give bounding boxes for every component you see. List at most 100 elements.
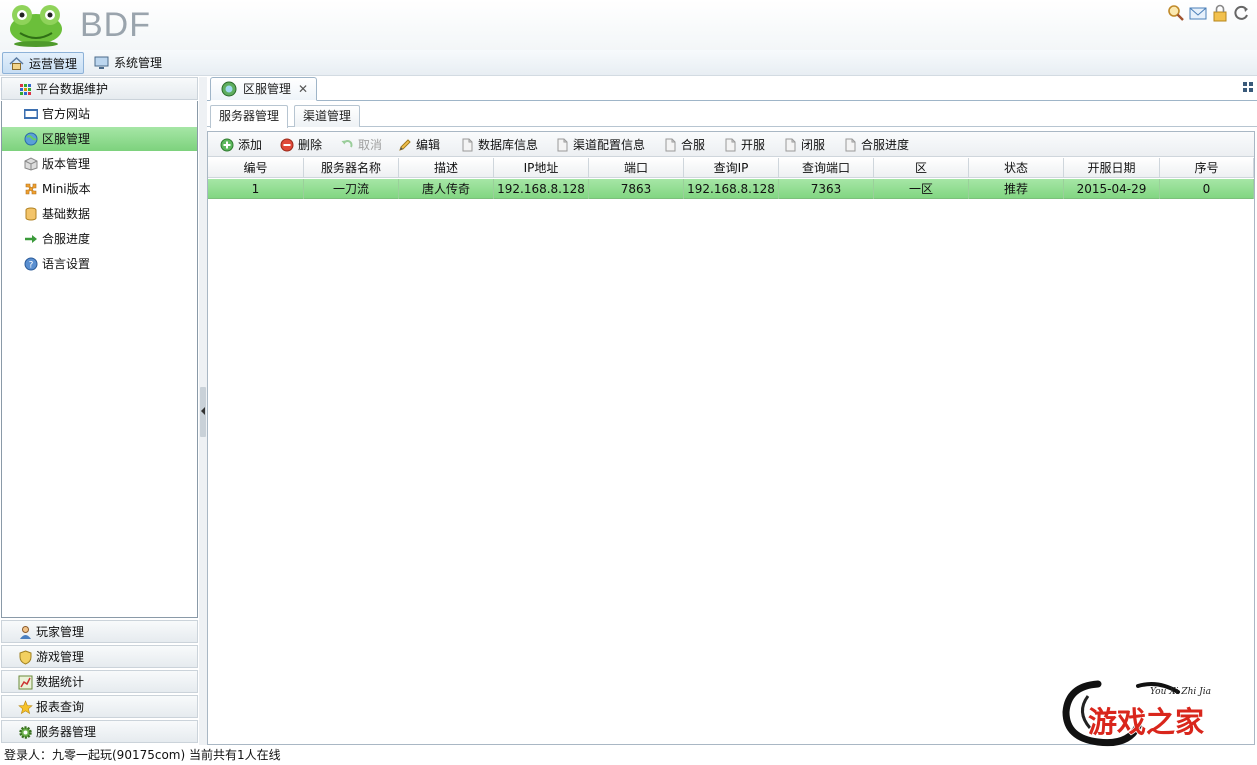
- column-header-open-date[interactable]: 开服日期: [1064, 158, 1160, 178]
- table-cell: 唐人传奇: [399, 179, 494, 199]
- sidebar-item-mini-version[interactable]: Mini版本: [2, 177, 197, 201]
- close-server-button[interactable]: 闭服: [781, 135, 825, 155]
- sidebar-item-language-settings[interactable]: ? 语言设置: [2, 252, 197, 276]
- puzzle-icon: [25, 183, 37, 195]
- edit-button[interactable]: 编辑: [396, 135, 440, 155]
- sidebar-item-merge-progress[interactable]: 合服进度: [2, 227, 197, 251]
- shield-icon: [19, 650, 32, 665]
- sidebar-tree: 官方网站 区服管理 版本管理 Mini版本 基础数据 合服进度 ? 语言设置: [1, 101, 198, 618]
- table-cell: 一刀流: [304, 179, 399, 199]
- column-header-status[interactable]: 状态: [969, 158, 1064, 178]
- merge-progress-button[interactable]: 合服进度: [841, 135, 909, 155]
- status-bar: 登录人：九零一起玩(90175com) 当前共有1人在线: [0, 746, 1257, 765]
- delete-button[interactable]: 删除: [278, 135, 322, 155]
- channel-config-button[interactable]: 渠道配置信息: [553, 135, 645, 155]
- user-icon: [20, 626, 31, 639]
- chart-icon: [18, 675, 33, 690]
- sidebar-item-official-site[interactable]: 官方网站: [2, 102, 197, 126]
- page-icon: [665, 138, 676, 152]
- menu-operations[interactable]: 运营管理: [2, 52, 85, 74]
- sidebar: 平台数据维护 官方网站 区服管理 版本管理 Mini版本 基础数据 合服进度 ?: [0, 77, 199, 745]
- table-cell: 192.168.8.128: [494, 179, 589, 199]
- column-header-zone[interactable]: 区: [874, 158, 969, 178]
- tab-zone-management[interactable]: 区服管理 ✕: [210, 77, 317, 101]
- undo-icon: [341, 140, 353, 148]
- tab-channel-management[interactable]: 渠道管理: [294, 105, 361, 127]
- sidebar-section-player-management[interactable]: 玩家管理: [1, 620, 198, 643]
- sidebar-item-zone-management[interactable]: 区服管理: [2, 127, 197, 151]
- tab-server-management[interactable]: 服务器管理: [210, 105, 289, 128]
- main-tab-strip: 区服管理 ✕: [207, 77, 1257, 101]
- database-info-button[interactable]: 数据库信息: [458, 135, 538, 155]
- sidebar-item-base-data[interactable]: 基础数据: [2, 202, 197, 226]
- pencil-icon: [399, 139, 411, 151]
- page-icon: [557, 138, 568, 152]
- sidebar-section-game-management[interactable]: 游戏管理: [1, 645, 198, 668]
- arrow-right-icon: [25, 235, 37, 243]
- sub-tab-strip: 服务器管理 渠道管理: [207, 102, 1257, 128]
- merge-server-button[interactable]: 合服: [661, 135, 705, 155]
- table-cell: 7863: [589, 179, 684, 199]
- page-icon: [725, 138, 736, 152]
- top-menu-bar: 运营管理 系统管理: [0, 50, 1257, 76]
- logout-icon[interactable]: [1233, 4, 1251, 22]
- column-header-ip[interactable]: IP地址: [494, 158, 589, 178]
- open-server-button[interactable]: 开服: [721, 135, 765, 155]
- monitor-icon: [94, 56, 109, 69]
- content-area: 添加 删除 取消 编辑 数据库信息 渠道配置信息 合服 开服 闭服 合服进度 编…: [207, 131, 1255, 745]
- column-header-port[interactable]: 端口: [589, 158, 684, 178]
- sidebar-section-data-statistics[interactable]: 数据统计: [1, 670, 198, 693]
- html-icon: [24, 109, 38, 119]
- table-cell: 一区: [874, 179, 969, 199]
- sidebar-section-server-management[interactable]: 服务器管理: [1, 720, 198, 743]
- add-icon: [220, 138, 234, 152]
- gear-icon: [19, 726, 32, 739]
- table-cell: 1: [208, 179, 304, 199]
- table-row[interactable]: 1 一刀流 唐人传奇 192.168.8.128 7863 192.168.8.…: [208, 179, 1254, 199]
- cancel-button[interactable]: 取消: [338, 135, 382, 155]
- column-header-query-port[interactable]: 查询端口: [779, 158, 874, 178]
- home-icon: [9, 56, 24, 70]
- table-cell: 2015-04-29: [1064, 179, 1160, 199]
- delete-icon: [280, 138, 294, 152]
- globe-icon: [221, 81, 237, 97]
- column-header-query-ip[interactable]: 查询IP: [684, 158, 779, 178]
- column-header-server-name[interactable]: 服务器名称: [304, 158, 399, 178]
- box-icon: [24, 157, 38, 171]
- svg-text:?: ?: [29, 261, 34, 271]
- search-icon[interactable]: [1167, 4, 1185, 22]
- watermark-title: 游戏之家: [1088, 705, 1204, 739]
- lock-icon[interactable]: [1211, 4, 1229, 22]
- sidebar-section-report-query[interactable]: 报表查询: [1, 695, 198, 718]
- page-icon: [785, 138, 796, 152]
- table-cell: 192.168.8.128: [684, 179, 779, 199]
- globe-icon: [24, 132, 38, 146]
- database-icon: [25, 207, 37, 221]
- panel-splitter[interactable]: [199, 77, 207, 745]
- collapse-arrow-icon[interactable]: [201, 407, 205, 415]
- table-cell: 7363: [779, 179, 874, 199]
- table-cell: 0: [1160, 179, 1254, 199]
- table-header: 编号 服务器名称 描述 IP地址 端口 查询IP 查询端口 区 状态 开服日期 …: [208, 158, 1254, 178]
- sidebar-item-version-management[interactable]: 版本管理: [2, 152, 197, 176]
- column-header-description[interactable]: 描述: [399, 158, 494, 178]
- sidebar-section-platform-data[interactable]: 平台数据维护: [1, 77, 198, 100]
- frog-logo-icon: [10, 5, 62, 47]
- star-icon: [18, 700, 33, 715]
- grid-dots-icon: [20, 84, 31, 95]
- toolbar: 添加 删除 取消 编辑 数据库信息 渠道配置信息 合服 开服 闭服 合服进度: [208, 132, 1254, 157]
- add-button[interactable]: 添加: [218, 135, 262, 155]
- help-icon: ?: [24, 257, 38, 271]
- close-tab-icon[interactable]: ✕: [298, 78, 308, 100]
- mail-icon[interactable]: [1189, 4, 1207, 22]
- column-header-id[interactable]: 编号: [208, 158, 304, 178]
- grid-menu-icon[interactable]: [1243, 82, 1253, 92]
- menu-system[interactable]: 系统管理: [88, 52, 168, 74]
- main-panel: 区服管理 ✕ 服务器管理 渠道管理 添加 删除 取消 编辑 数据库信息 渠道配置…: [207, 77, 1257, 745]
- watermark-subtitle: You Xi Zhi Jia: [1150, 687, 1211, 697]
- column-header-sequence[interactable]: 序号: [1160, 158, 1254, 178]
- app-logo-text: BDF: [80, 6, 151, 44]
- page-icon: [462, 138, 473, 152]
- header: BDF: [0, 0, 1257, 50]
- page-icon: [845, 138, 856, 152]
